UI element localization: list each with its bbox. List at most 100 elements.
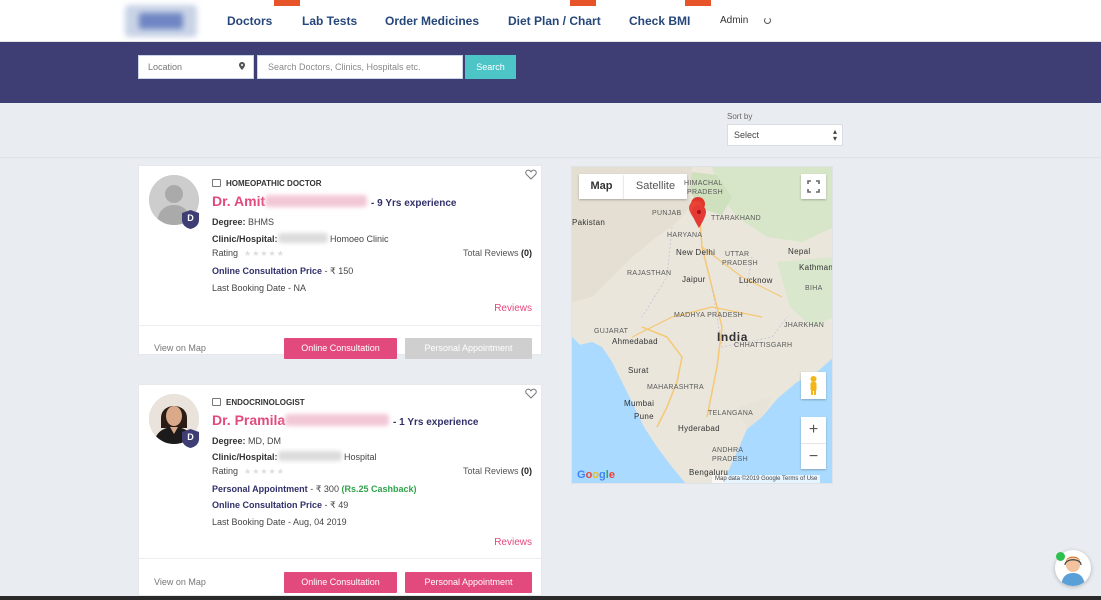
last-booking: Last Booking Date - Aug, 04 2019: [212, 517, 347, 527]
redacted-surname: [265, 195, 368, 207]
map-label: Nepal: [788, 247, 811, 256]
search-placeholder: Search Doctors, Clinics, Hospitals etc.: [268, 62, 421, 72]
location-pin-icon: [239, 62, 245, 70]
redacted-clinic: [277, 451, 342, 461]
clinic-line: Clinic/Hospital: Hospital: [212, 451, 377, 462]
divider: [0, 157, 1101, 158]
map-attribution[interactable]: Map data ©2019 Google Terms of Use: [712, 475, 821, 483]
zoom-in-button[interactable]: +: [801, 417, 826, 443]
map-label: Hyderabad: [678, 424, 720, 433]
site-logo[interactable]: [125, 5, 197, 37]
location-placeholder: Location: [148, 62, 183, 72]
map-label: Jaipur: [682, 275, 706, 284]
map-label: New Delhi: [676, 248, 716, 257]
personal-price-line: Personal Appointment - ₹ 300 (Rs.25 Cash…: [212, 484, 417, 494]
reviews-link[interactable]: Reviews: [494, 303, 532, 314]
sort-selected-value: Select: [734, 130, 760, 140]
map-label: Pune: [634, 412, 654, 421]
verified-badge-icon: D: [182, 210, 199, 229]
online-status-dot: [1056, 552, 1065, 561]
google-map[interactable]: Map Satellite Pakistan PUNJAB HIMACHAL P…: [571, 166, 833, 484]
new-ribbon: [570, 0, 596, 6]
view-on-map-link[interactable]: View on Map: [154, 343, 206, 353]
rating-line: Rating ★★★★★: [212, 248, 285, 258]
map-label: Pakistan: [572, 218, 606, 227]
clinic-line: Clinic/Hospital: Homoeo Clinic: [212, 233, 389, 244]
total-reviews: Total Reviews (0): [462, 466, 532, 476]
divider: [139, 558, 541, 559]
new-ribbon: [274, 0, 300, 6]
map-label: GUJARAT: [594, 328, 629, 335]
pegman-icon: [810, 376, 817, 395]
new-ribbon: [685, 0, 711, 6]
online-consultation-button[interactable]: Online Consultation: [284, 338, 397, 359]
personal-appointment-button[interactable]: Personal Appointment: [405, 338, 532, 359]
select-arrows-icon: ▴ ▾: [832, 127, 837, 143]
doctor-name[interactable]: Dr. Pramila - 1 Yrs experience: [212, 412, 478, 428]
loading-spinner-icon: [764, 17, 771, 24]
map-label: TTARAKHAND: [711, 215, 761, 222]
sort-label: Sort by: [727, 112, 753, 121]
map-label: BIHA: [805, 285, 823, 292]
doctor-name[interactable]: Dr. Amit - 9 Yrs experience: [212, 193, 456, 209]
map-type-map-tab[interactable]: Map: [579, 174, 624, 199]
online-price-line: Online Consultation Price - ₹ 150: [212, 266, 354, 276]
nav-diet-plan[interactable]: Diet Plan / Chart: [508, 14, 601, 28]
map-label: Ahmedabad: [612, 337, 658, 346]
sort-select[interactable]: Select ▴ ▾: [727, 124, 843, 146]
rating-line: Rating ★★★★★: [212, 466, 285, 476]
rating-stars-icon: ★★★★★: [244, 467, 285, 476]
map-label: MADHYA PRADESH: [674, 312, 744, 319]
experience-text: - 9 Yrs experience: [371, 198, 457, 209]
map-label: TELANGANA: [708, 410, 754, 417]
map-label: UTTAR: [725, 251, 750, 258]
specialty-label: ENDOCRINOLOGIST: [212, 398, 305, 407]
favorite-heart-icon[interactable]: [525, 169, 537, 180]
online-consultation-button[interactable]: Online Consultation: [284, 572, 397, 593]
search-input[interactable]: Search Doctors, Clinics, Hospitals etc.: [257, 55, 463, 79]
nav-lab-tests[interactable]: Lab Tests: [302, 14, 357, 28]
fullscreen-button[interactable]: [801, 174, 826, 199]
redacted-surname: [285, 414, 390, 426]
bottom-bar: [0, 596, 1101, 600]
degree-line: Degree: MD, DM: [212, 436, 282, 446]
total-reviews: Total Reviews (0): [462, 248, 532, 258]
map-label: ANDHRA: [712, 447, 744, 454]
map-label: JHARKHAN: [784, 322, 825, 329]
briefcase-icon: [212, 398, 221, 406]
map-label: PUNJAB: [652, 210, 682, 217]
search-button[interactable]: Search: [465, 55, 516, 79]
map-label: PRADESH: [722, 260, 758, 267]
online-price-line: Online Consultation Price - ₹ 49: [212, 500, 349, 510]
map-label: HIMACHAL: [684, 180, 723, 187]
location-input[interactable]: Location: [138, 55, 254, 79]
zoom-out-button[interactable]: −: [801, 443, 826, 469]
nav-check-bmi[interactable]: Check BMI: [629, 14, 690, 28]
map-label: PRADESH: [687, 189, 723, 196]
fullscreen-icon: [807, 180, 820, 193]
map-type-satellite-tab[interactable]: Satellite: [624, 174, 687, 199]
view-on-map-link[interactable]: View on Map: [154, 577, 206, 587]
map-label: PRADESH: [712, 456, 748, 463]
map-label: Kathman: [799, 263, 833, 272]
doctor-card: D HOMEOPATHIC DOCTOR Dr. Amit - 9 Yrs ex…: [138, 165, 542, 359]
map-label: Surat: [628, 366, 649, 375]
google-logo: Google: [577, 469, 615, 481]
experience-text: - 1 Yrs experience: [393, 417, 479, 428]
user-menu[interactable]: Admin: [720, 15, 748, 26]
street-view-pegman-button[interactable]: [801, 372, 826, 399]
personal-appointment-button[interactable]: Personal Appointment: [405, 572, 532, 593]
nav-order-medicines[interactable]: Order Medicines: [385, 14, 479, 28]
top-navbar: Doctors Lab Tests Order Medicines Diet P…: [0, 0, 1101, 42]
map-label: HARYANA: [667, 232, 703, 239]
last-booking: Last Booking Date - NA: [212, 283, 307, 293]
map-label: RAJASTHAN: [627, 270, 672, 277]
divider: [139, 325, 541, 326]
favorite-heart-icon[interactable]: [525, 388, 537, 399]
rating-stars-icon: ★★★★★: [244, 249, 285, 258]
briefcase-icon: [212, 179, 221, 187]
nav-doctors[interactable]: Doctors: [227, 14, 272, 28]
map-label: Lucknow: [739, 276, 773, 285]
specialty-label: HOMEOPATHIC DOCTOR: [212, 179, 322, 188]
reviews-link[interactable]: Reviews: [494, 537, 532, 548]
